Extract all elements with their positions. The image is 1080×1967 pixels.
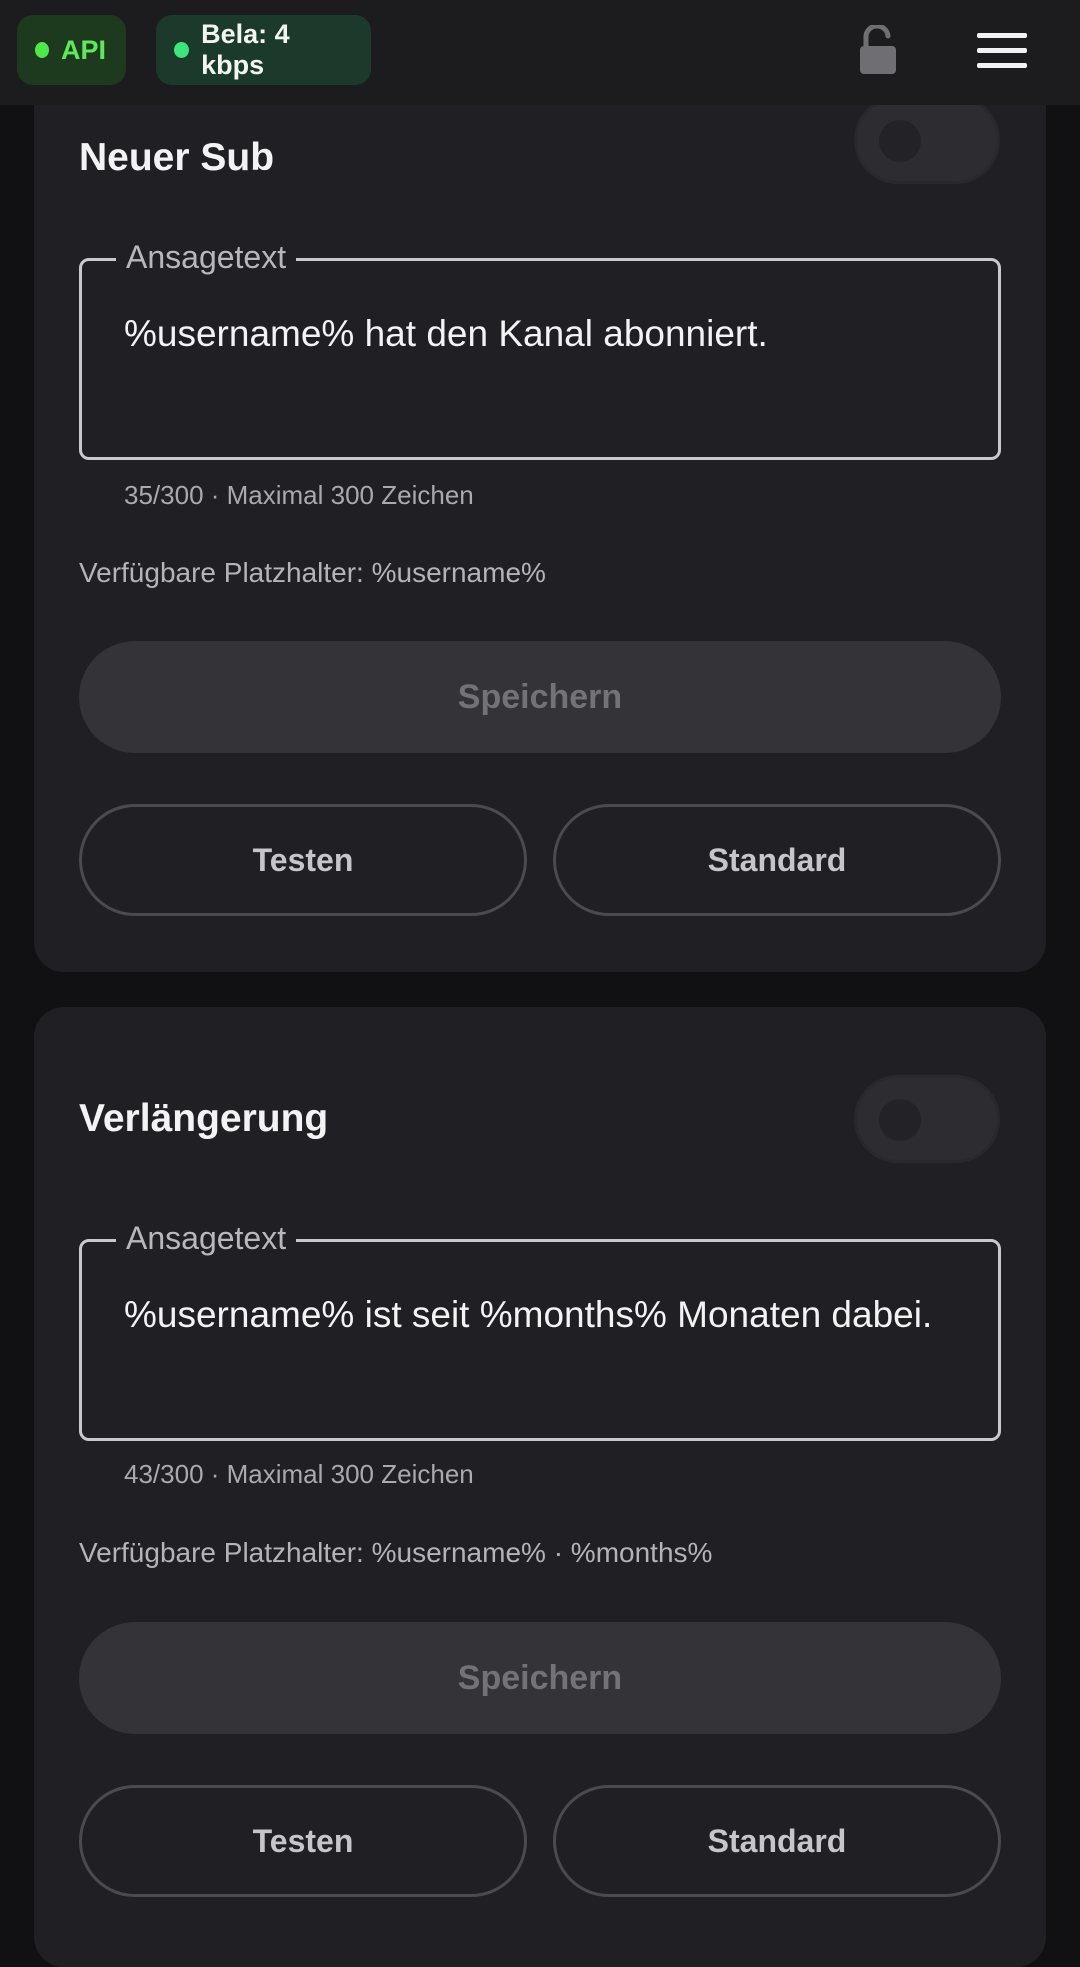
test-button[interactable]: Testen [79, 1785, 527, 1897]
field-value[interactable]: %username% ist seit %months% Monaten dab… [124, 1286, 954, 1343]
field-label: Ansagetext [116, 235, 297, 279]
default-button[interactable]: Standard [553, 804, 1001, 916]
field-value[interactable]: %username% hat den Kanal abonniert. [124, 305, 954, 362]
test-button[interactable]: Testen [79, 804, 527, 916]
unlocked-padlock-icon[interactable] [855, 23, 901, 75]
enable-toggle[interactable] [854, 96, 1000, 184]
character-counter: 35/300 · Maximal 300 Zeichen [124, 480, 474, 510]
available-placeholders: Verfügbare Platzhalter: %username% [79, 557, 546, 588]
top-bar: API Bela: 4 kbps [0, 0, 1080, 105]
announcement-card-new-sub: Neuer Sub Ansagetext %username% hat den … [34, 40, 1046, 972]
save-button[interactable]: Speichern [79, 641, 1001, 753]
api-status-dot [35, 42, 49, 58]
default-button[interactable]: Standard [553, 1785, 1001, 1897]
card-title: Neuer Sub [79, 136, 275, 179]
card-title: Verlängerung [79, 1097, 329, 1140]
hamburger-menu-icon[interactable] [975, 30, 1029, 72]
announcement-text-field[interactable]: Ansagetext %username% ist seit %months% … [79, 1216, 1001, 1441]
bela-bitrate-label: Bela: 4 kbps [201, 19, 290, 80]
bela-status-dot [174, 42, 190, 58]
announcement-card-resub: Verlängerung Ansagetext %username% ist s… [34, 1007, 1046, 1967]
field-label: Ansagetext [116, 1216, 297, 1260]
enable-toggle[interactable] [854, 1075, 1000, 1163]
toggle-knob [879, 120, 921, 162]
toggle-knob [879, 1099, 921, 1141]
available-placeholders: Verfügbare Platzhalter: %username% · %mo… [79, 1537, 713, 1568]
character-counter: 43/300 · Maximal 300 Zeichen [124, 1459, 474, 1489]
api-status-badge[interactable]: API [17, 15, 126, 85]
bela-bitrate-badge[interactable]: Bela: 4 kbps [156, 15, 371, 85]
api-status-label: API [60, 34, 106, 65]
announcement-text-field[interactable]: Ansagetext %username% hat den Kanal abon… [79, 235, 1001, 460]
save-button[interactable]: Speichern [79, 1622, 1001, 1734]
